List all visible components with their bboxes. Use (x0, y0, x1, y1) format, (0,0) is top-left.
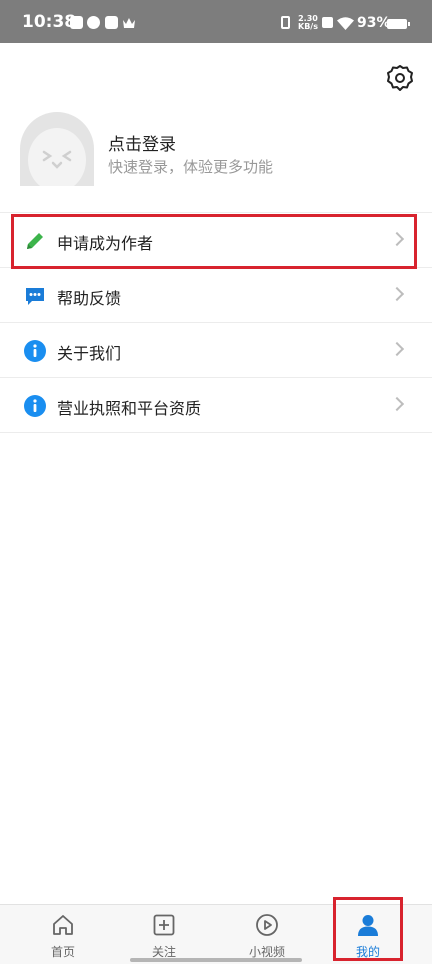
menu-item-apply-author[interactable]: 申请成为作者 (0, 213, 432, 268)
menu-item-label: 关于我们 (57, 344, 122, 363)
plus-square-icon (153, 914, 175, 936)
info-icon (24, 340, 46, 362)
home-icon (53, 915, 73, 935)
nav-item-mine[interactable]: 我的 (323, 905, 413, 964)
crown-icon (123, 18, 135, 28)
avatar[interactable] (20, 112, 94, 186)
status-time: 10:38 (22, 12, 77, 32)
sim-off-icon (322, 17, 333, 28)
mail-icon (105, 16, 118, 29)
bottom-nav: 首页 关注 小视频 我的 (0, 904, 432, 964)
menu-item-help-feedback[interactable]: 帮助反馈 (0, 268, 432, 323)
menu-item-label: 帮助反馈 (57, 289, 122, 308)
nav-item-follow[interactable]: 关注 (119, 905, 209, 964)
home-indicator[interactable] (130, 958, 302, 962)
battery-icon (387, 19, 410, 29)
menu-item-label: 营业执照和平台资质 (57, 399, 202, 418)
status-bar: 10:38 2.30 KB/s 93% (0, 0, 432, 43)
nav-label: 首页 (50, 945, 75, 959)
battery-percent: 93% (357, 15, 391, 31)
chevron-right-icon (389, 341, 405, 357)
profile-section[interactable]: 点击登录 快速登录，体验更多功能 (0, 104, 432, 204)
login-title[interactable]: 点击登录 (108, 130, 176, 155)
chevron-right-icon (389, 286, 405, 302)
settings-gear-icon[interactable] (386, 64, 414, 92)
person-icon (358, 915, 378, 936)
ghost-avatar-icon (28, 128, 86, 186)
network-speed: 2.30 KB/s (298, 14, 318, 31)
settings-menu: 申请成为作者 帮助反馈 关于我们 营业执照和平台资质 (0, 212, 432, 433)
notification-icon (70, 16, 83, 29)
nav-label: 我的 (355, 945, 380, 959)
nav-item-short-video[interactable]: 小视频 (222, 905, 312, 964)
menu-item-license[interactable]: 营业执照和平台资质 (0, 378, 432, 433)
menu-item-about-us[interactable]: 关于我们 (0, 323, 432, 378)
info-icon (24, 395, 46, 417)
pencil-icon (27, 233, 43, 249)
chevron-right-icon (389, 396, 405, 412)
chat-icon (26, 288, 44, 305)
login-subtitle: 快速登录，体验更多功能 (108, 158, 274, 176)
notification-icon (87, 16, 100, 29)
menu-item-label: 申请成为作者 (57, 234, 154, 253)
nav-item-home[interactable]: 首页 (18, 905, 108, 964)
play-circle-icon (256, 914, 278, 936)
vibrate-icon (281, 16, 290, 29)
chevron-right-icon (389, 231, 405, 247)
wifi-icon (337, 17, 354, 30)
